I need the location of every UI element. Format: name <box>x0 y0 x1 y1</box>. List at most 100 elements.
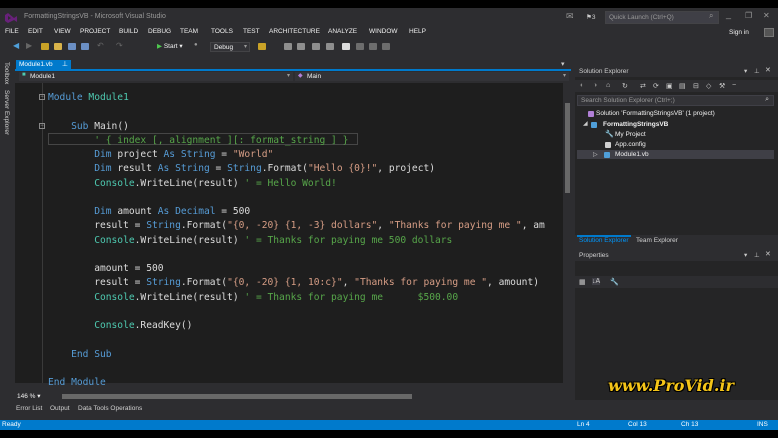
toolbox-tab[interactable]: Toolbox <box>3 62 10 84</box>
view-code-icon[interactable]: ◇ <box>706 82 711 90</box>
code-line[interactable]: Console.WriteLine(result) ' = Thanks for… <box>48 292 458 303</box>
quick-launch-input[interactable]: Quick Launch (Ctrl+Q) <box>605 11 719 24</box>
editor-vertical-scroll-thumb[interactable] <box>565 103 570 193</box>
indent-icon[interactable] <box>312 43 320 50</box>
prev-bookmark-icon[interactable] <box>356 43 364 50</box>
tab-module1-vb[interactable]: Module1.vb ⊥ <box>16 60 71 69</box>
code-line[interactable]: result = String.Format("{0, -20} {1, 10:… <box>48 277 539 288</box>
editor-horizontal-scroll-thumb[interactable] <box>62 394 412 399</box>
menu-project[interactable]: PROJECT <box>80 28 110 35</box>
menu-test[interactable]: TEST <box>243 28 260 35</box>
find-in-files-icon[interactable] <box>258 43 266 50</box>
solution-configuration-dropdown[interactable]: Debug ▾ <box>210 42 250 52</box>
open-file-icon[interactable] <box>54 43 62 50</box>
close-icon[interactable]: ✕ <box>765 250 771 258</box>
close-icon[interactable]: ✕ <box>765 66 771 74</box>
alphabetical-icon[interactable]: ↓A <box>592 278 601 285</box>
menu-architecture[interactable]: ARCHITECTURE <box>269 28 320 35</box>
search-icon[interactable]: ⌕ <box>709 11 713 21</box>
property-pages-icon[interactable]: 🔧 <box>610 278 619 286</box>
solution-explorer-search-input[interactable]: Search Solution Explorer (Ctrl+;) ⌕ <box>577 95 774 106</box>
save-all-icon[interactable] <box>81 43 89 50</box>
attach-icon[interactable]: ● <box>194 42 198 48</box>
code-line[interactable]: End Module <box>48 377 106 388</box>
code-line[interactable]: ' { index [, alignment ][: format_string… <box>48 135 348 146</box>
outdent-icon[interactable] <box>326 43 334 50</box>
forward-icon[interactable]: ◑ <box>593 82 597 89</box>
notification-count[interactable]: ⚑3 <box>586 13 595 21</box>
tree-item-project[interactable]: FormattingStringsVB <box>603 121 668 128</box>
back-icon[interactable]: ◐ <box>580 82 584 89</box>
tab-team-explorer[interactable]: Team Explorer <box>636 237 678 244</box>
tab-output[interactable]: Output <box>50 405 70 412</box>
minus-icon[interactable]: − <box>732 82 736 89</box>
tab-overflow-icon[interactable]: ▾ <box>561 60 565 68</box>
code-line[interactable]: Module Module1 <box>48 92 129 103</box>
clear-bookmarks-icon[interactable] <box>382 43 390 50</box>
uncomment-icon[interactable] <box>297 43 305 50</box>
tab-data-tools-operations[interactable]: Data Tools Operations <box>78 405 142 412</box>
redo-icon[interactable]: ↷ <box>116 41 123 50</box>
feedback-icon[interactable]: ✉ <box>566 11 574 22</box>
show-all-files-icon[interactable]: ▤ <box>679 82 686 90</box>
member-dropdown[interactable]: Main ◆ ▾ <box>295 72 569 81</box>
close-icon[interactable]: ✕ <box>763 11 770 20</box>
undo-icon[interactable]: ↶ <box>97 41 104 50</box>
tree-item-my-project[interactable]: My Project <box>615 131 646 138</box>
menu-file[interactable]: FILE <box>5 28 19 35</box>
refresh-icon[interactable]: ⟳ <box>653 82 659 90</box>
window-position-icon[interactable]: ▾ <box>744 251 747 259</box>
save-icon[interactable] <box>68 43 76 50</box>
back-icon[interactable]: ◀ <box>13 41 19 50</box>
menu-window[interactable]: WINDOW <box>369 28 398 35</box>
restore-icon[interactable]: ❐ <box>745 11 752 20</box>
server-explorer-tab[interactable]: Server Explorer <box>3 90 10 135</box>
account-icon[interactable] <box>764 28 774 37</box>
code-line[interactable]: amount = 500 <box>48 263 163 274</box>
menu-debug[interactable]: DEBUG <box>148 28 171 35</box>
tree-item-module1[interactable]: Module1.vb <box>615 151 649 158</box>
start-debugging-button[interactable]: ▶ Start ▾ <box>157 42 183 50</box>
pin-icon[interactable]: ⊥ <box>754 67 760 75</box>
code-line[interactable]: Dim result As String = String.Format("He… <box>48 163 435 174</box>
code-line[interactable]: result = String.Format("{0, -20} {1, -3}… <box>48 220 545 231</box>
code-line[interactable]: Dim amount As Decimal = 500 <box>48 206 250 217</box>
comment-icon[interactable] <box>284 43 292 50</box>
code-line[interactable]: Dim project As String = "World" <box>48 149 273 160</box>
type-dropdown[interactable]: Module1 ■ ▾ <box>19 72 293 81</box>
menu-analyze[interactable]: ANALYZE <box>328 28 357 35</box>
code-line[interactable]: Console.WriteLine(result) ' = Thanks for… <box>48 235 452 246</box>
tree-item-app-config[interactable]: App.config <box>615 141 646 148</box>
sign-in-link[interactable]: Sign in <box>729 29 749 36</box>
tree-item-solution[interactable]: Solution 'FormattingStringsVB' (1 projec… <box>596 110 715 117</box>
pin-icon[interactable]: ⊥ <box>62 60 68 68</box>
menu-team[interactable]: TEAM <box>180 28 198 35</box>
preview-icon[interactable]: ⚒ <box>719 82 725 90</box>
bookmark-icon[interactable] <box>342 43 350 50</box>
menu-edit[interactable]: EDIT <box>28 28 43 35</box>
collapse-sub-icon[interactable]: − <box>39 123 45 129</box>
minimize-icon[interactable]: _ <box>726 9 731 19</box>
code-line[interactable]: Sub Main() <box>48 121 129 132</box>
properties-icon[interactable]: ⊟ <box>693 82 699 90</box>
window-position-icon[interactable]: ▾ <box>744 67 747 75</box>
collapsed-arrow-icon[interactable]: ▷ <box>593 151 598 158</box>
tab-error-list[interactable]: Error List <box>16 405 42 412</box>
collapse-all-icon[interactable]: ▣ <box>666 82 673 90</box>
home-icon[interactable]: ⌂ <box>606 82 610 89</box>
expand-icon[interactable]: ◢ <box>583 120 588 127</box>
sync-icon[interactable]: ↻ <box>622 82 628 90</box>
pin-icon[interactable]: ⊥ <box>754 251 760 259</box>
menu-help[interactable]: HELP <box>409 28 426 35</box>
categorized-icon[interactable]: ▦ <box>579 278 586 286</box>
menu-view[interactable]: VIEW <box>54 28 71 35</box>
code-line[interactable]: Console.ReadKey() <box>48 320 192 331</box>
collapse-module-icon[interactable]: − <box>39 94 45 100</box>
menu-tools[interactable]: TOOLS <box>211 28 233 35</box>
forward-icon[interactable]: ▶ <box>26 41 32 50</box>
pending-changes-icon[interactable]: ⇄ <box>640 82 646 90</box>
code-line[interactable]: Console.WriteLine(result) ' = Hello Worl… <box>48 178 337 189</box>
next-bookmark-icon[interactable] <box>369 43 377 50</box>
new-project-icon[interactable] <box>41 43 49 50</box>
code-line[interactable]: End Sub <box>48 349 111 360</box>
